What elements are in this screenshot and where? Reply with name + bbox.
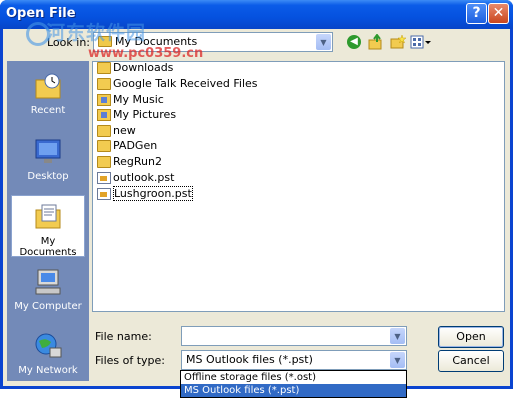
- up-folder-icon[interactable]: [367, 33, 385, 51]
- file-type-label: Files of type:: [95, 354, 166, 367]
- watermark-text: 河东软件园: [46, 22, 147, 44]
- places-label: My Network: [18, 365, 78, 376]
- file-name-label: File name:: [95, 330, 152, 343]
- chevron-down-icon[interactable]: ▼: [390, 352, 405, 368]
- places-label: Desktop: [27, 171, 69, 182]
- watermark-url: www.pc0359.cn: [88, 46, 204, 61]
- cancel-button[interactable]: Cancel: [438, 350, 504, 372]
- file-list[interactable]: Downloads Google Talk Received Files My …: [92, 61, 505, 312]
- file-type-select[interactable]: MS Outlook files (*.pst) ▼: [181, 350, 407, 370]
- file-type-option-selected[interactable]: MS Outlook files (*.pst): [181, 384, 406, 397]
- open-file-dialog: Open File ? ✕ Look in: My Documents ▼ ◀: [0, 0, 513, 389]
- list-item[interactable]: Downloads: [97, 60, 173, 75]
- chevron-down-icon[interactable]: ▼: [316, 34, 331, 50]
- folder-icon: [97, 139, 111, 152]
- list-item[interactable]: Lushgroon.pst: [97, 186, 193, 201]
- pst-file-icon: [97, 171, 111, 184]
- new-folder-icon[interactable]: [389, 33, 407, 51]
- list-item[interactable]: RegRun2: [97, 154, 162, 169]
- file-name-input[interactable]: ▼: [181, 326, 407, 346]
- places-item-my-documents[interactable]: My Documents: [11, 195, 85, 258]
- file-type-dropdown[interactable]: Offline storage files (*.ost) MS Outlook…: [180, 370, 407, 398]
- list-item[interactable]: Google Talk Received Files: [97, 76, 258, 91]
- places-item-my-network[interactable]: My Network: [11, 325, 85, 387]
- folder-icon: [97, 124, 111, 137]
- close-button[interactable]: ✕: [488, 3, 509, 24]
- places-item-recent[interactable]: Recent: [11, 65, 85, 127]
- file-type-value: MS Outlook files (*.pst): [186, 353, 313, 366]
- folder-icon: [97, 77, 111, 90]
- list-item[interactable]: My Pictures: [97, 107, 176, 122]
- chevron-down-icon[interactable]: ▼: [390, 328, 405, 344]
- my-documents-icon: [33, 202, 63, 232]
- places-item-my-computer[interactable]: My Computer: [11, 261, 85, 323]
- open-button[interactable]: Open: [438, 326, 504, 348]
- list-item[interactable]: new: [97, 123, 136, 138]
- dialog-body: Look in: My Documents ▼ ◀ Recent Desktop…: [3, 29, 510, 386]
- desktop-icon: [33, 137, 63, 167]
- pst-file-icon: [97, 187, 111, 200]
- list-item[interactable]: outlook.pst: [97, 170, 174, 185]
- views-menu-icon[interactable]: [410, 33, 432, 51]
- list-item[interactable]: My Music: [97, 92, 164, 107]
- folder-icon: [97, 155, 111, 168]
- places-label: Recent: [30, 105, 66, 116]
- list-item[interactable]: PADGen: [97, 138, 157, 153]
- my-computer-icon: [33, 267, 63, 297]
- file-type-option[interactable]: Offline storage files (*.ost): [181, 371, 406, 384]
- help-button[interactable]: ?: [466, 3, 487, 24]
- folder-icon: [97, 61, 111, 74]
- back-icon[interactable]: ◀: [345, 33, 363, 51]
- music-folder-icon: [97, 93, 111, 106]
- recent-icon: [33, 71, 63, 101]
- places-bar: Recent Desktop My Documents My Computer: [7, 61, 89, 381]
- places-label: My Documents: [19, 236, 77, 258]
- places-item-desktop[interactable]: Desktop: [11, 131, 85, 193]
- my-network-icon: [33, 331, 63, 361]
- places-label: My Computer: [14, 301, 82, 312]
- pictures-folder-icon: [97, 108, 111, 121]
